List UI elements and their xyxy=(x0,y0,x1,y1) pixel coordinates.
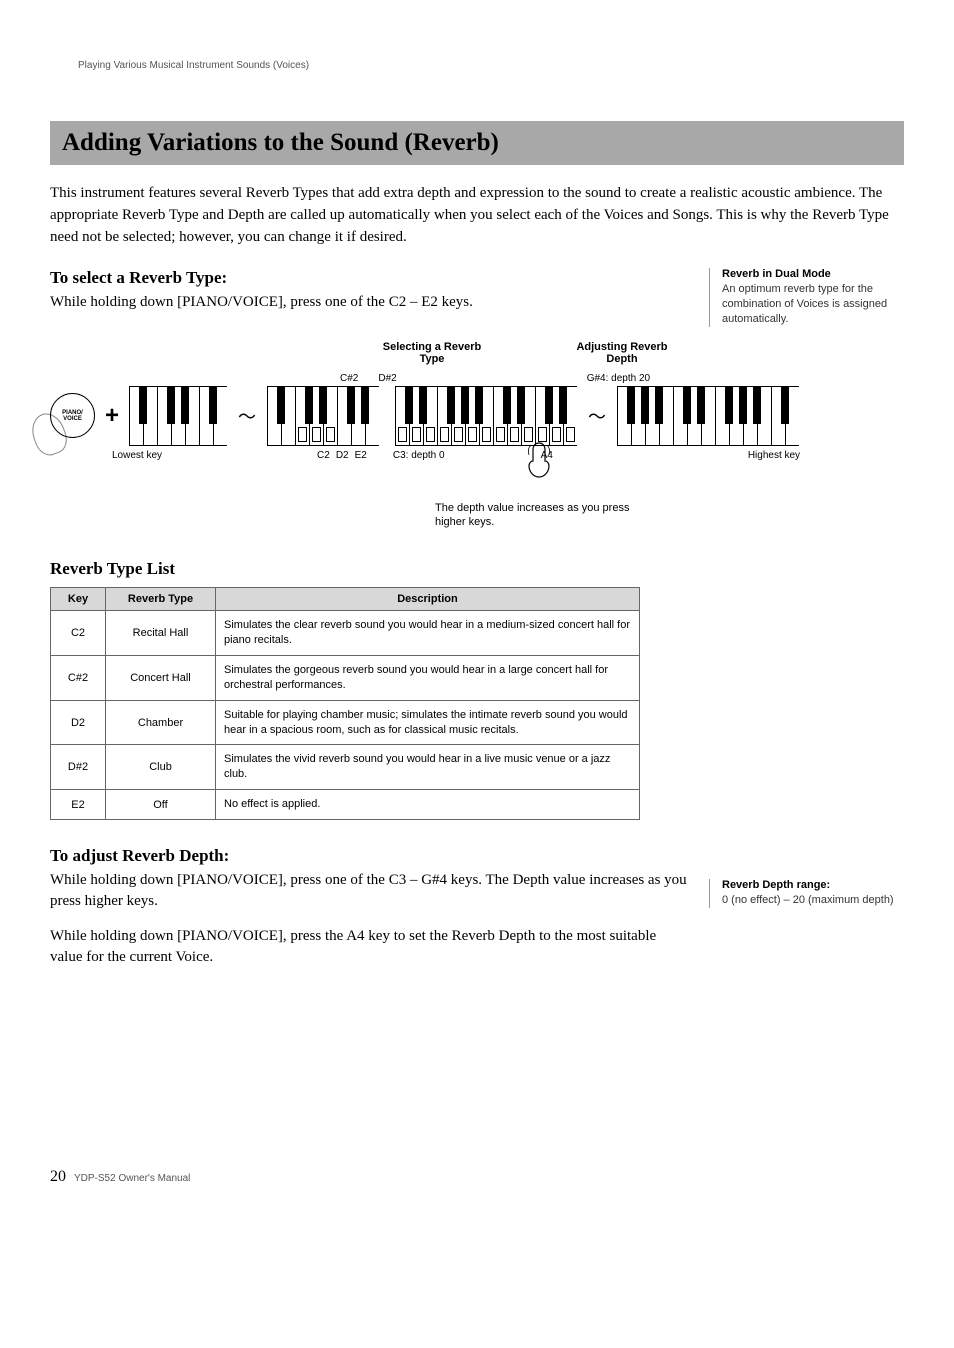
keyboard-gap-icon-2: 〜 xyxy=(587,403,607,429)
keyboard-segment-3 xyxy=(395,386,577,446)
select-reverb-body: While holding down [PIANO/VOICE], press … xyxy=(50,292,689,313)
adjust-depth-body-2: While holding down [PIANO/VOICE], press … xyxy=(50,926,689,968)
reverb-type-list-heading: Reverb Type List xyxy=(50,559,689,579)
label-dsharp2: D#2 xyxy=(378,373,396,384)
label-csharp2: C#2 xyxy=(340,373,358,384)
diagram-label-adjusting: Adjusting Reverb Depth xyxy=(567,341,677,365)
intro-paragraph: This instrument features several Reverb … xyxy=(50,183,904,248)
select-reverb-heading: To select a Reverb Type: xyxy=(50,268,689,288)
table-header-key: Key xyxy=(51,588,106,611)
finger-press-icon xyxy=(525,441,553,479)
table-row: E2 Off No effect is applied. xyxy=(51,790,640,820)
section-title: Adding Variations to the Sound (Reverb) xyxy=(62,129,892,157)
adjust-depth-heading: To adjust Reverb Depth: xyxy=(50,846,689,866)
keyboard-segment-1 xyxy=(129,386,227,446)
label-c2: C2 xyxy=(317,450,330,461)
page-number: 20 xyxy=(50,1168,66,1186)
breadcrumb: Playing Various Musical Instrument Sound… xyxy=(50,60,904,71)
keyboard-segment-2 xyxy=(267,386,379,446)
keyboard-segment-4 xyxy=(617,386,799,446)
table-row: D2 Chamber Suitable for playing chamber … xyxy=(51,700,640,745)
footer-manual-title: YDP-S52 Owner's Manual xyxy=(74,1173,190,1184)
keyboard-diagram: Selecting a Reverb Type Adjusting Reverb… xyxy=(50,341,904,530)
keyboard-gap-icon: 〜 xyxy=(237,403,257,429)
label-e2: E2 xyxy=(355,450,367,461)
depth-increase-caption: The depth value increases as you press h… xyxy=(435,501,655,530)
piano-voice-button-icon: PIANO/ VOICE xyxy=(50,393,95,438)
dual-mode-note-title: Reverb in Dual Mode xyxy=(722,268,904,280)
plus-icon: + xyxy=(105,402,119,430)
depth-range-note-body: 0 (no effect) – 20 (maximum depth) xyxy=(722,893,904,908)
dual-mode-note-body: An optimum reverb type for the combinati… xyxy=(722,282,904,327)
label-c3-depth0: C3: depth 0 xyxy=(393,450,445,461)
table-header-desc: Description xyxy=(216,588,640,611)
label-lowest-key: Lowest key xyxy=(112,450,162,461)
label-highest-key: Highest key xyxy=(748,450,800,461)
label-d2: D2 xyxy=(336,450,349,461)
label-gsharp4: G#4: depth 20 xyxy=(587,373,650,384)
reverb-type-table: Key Reverb Type Description C2 Recital H… xyxy=(50,587,640,820)
adjust-depth-body-1: While holding down [PIANO/VOICE], press … xyxy=(50,870,689,912)
table-row: C2 Recital Hall Simulates the clear reve… xyxy=(51,611,640,656)
table-row: C#2 Concert Hall Simulates the gorgeous … xyxy=(51,656,640,701)
diagram-label-selecting: Selecting a Reverb Type xyxy=(377,341,487,365)
section-title-bar: Adding Variations to the Sound (Reverb) xyxy=(50,121,904,165)
depth-range-note-title: Reverb Depth range: xyxy=(722,879,904,891)
page-footer: 20 YDP-S52 Owner's Manual xyxy=(50,1168,904,1186)
table-row: D#2 Club Simulates the vivid reverb soun… xyxy=(51,745,640,790)
table-header-type: Reverb Type xyxy=(106,588,216,611)
